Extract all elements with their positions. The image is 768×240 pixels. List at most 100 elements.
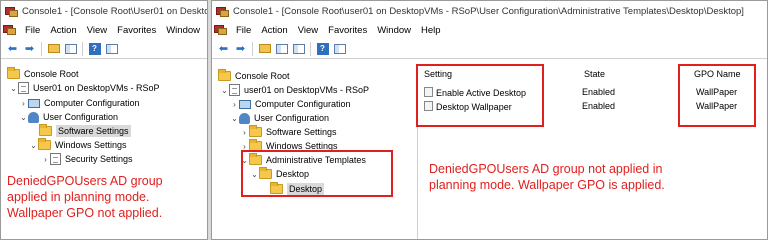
back-arrow-icon[interactable]: ⬅: [216, 41, 231, 56]
tree-item-user-configuration[interactable]: ⌄ User Configuration: [230, 111, 329, 125]
annotation-box-tree: [241, 150, 393, 197]
title-bar: Console1 - [Console Root\user01 on Deskt…: [212, 1, 767, 21]
up-folder-icon[interactable]: [46, 41, 61, 56]
tree-label: user01 on DesktopVMs - RSoP: [244, 85, 370, 95]
tree-item-console-root[interactable]: Console Root: [7, 67, 79, 81]
user-icon: [239, 112, 250, 124]
user-icon: [28, 111, 39, 123]
up-folder-icon[interactable]: [257, 41, 272, 56]
toolbar: ⬅ ➡ ?: [212, 39, 767, 59]
menu-file[interactable]: File: [20, 25, 45, 36]
toolbar-separator: [252, 41, 253, 56]
menu-bar: File Action View Favorites Window: [1, 21, 207, 39]
tree-item-user-rsop[interactable]: ⌄ user01 on DesktopVMs - RSoP: [220, 83, 369, 97]
menu-view[interactable]: View: [82, 25, 112, 36]
folder-icon: [7, 67, 20, 79]
note-line: applied in planning mode.: [7, 190, 150, 204]
toolbar-separator: [41, 41, 42, 56]
tree-item-software-settings[interactable]: › Software Settings: [240, 125, 337, 139]
properties-icon[interactable]: [104, 41, 119, 56]
chevron-right-icon[interactable]: ›: [19, 99, 28, 108]
window-title: Console1 - [Console Root\User01 on Deskt…: [22, 5, 207, 17]
computer-icon: [28, 98, 40, 108]
tree-label: User Configuration: [43, 112, 119, 122]
chevron-down-icon[interactable]: ⌄: [220, 86, 229, 95]
tree-label: Security Settings: [65, 154, 133, 164]
properties-icon[interactable]: [332, 41, 347, 56]
toolbar-separator: [310, 41, 311, 56]
annotation-box-gpo-name: [678, 64, 756, 127]
mmc-app-icon[interactable]: [3, 24, 17, 36]
list-item-state: Enabled: [582, 101, 616, 111]
forward-arrow-icon[interactable]: ➡: [233, 41, 248, 56]
back-arrow-icon[interactable]: ⬅: [5, 41, 20, 56]
menu-favorites[interactable]: Favorites: [112, 25, 161, 36]
title-bar: Console1 - [Console Root\User01 on Deskt…: [1, 1, 207, 21]
chevron-right-icon[interactable]: ›: [41, 155, 50, 164]
chevron-down-icon[interactable]: ⌄: [19, 113, 28, 122]
note-line: DeniedGPOUsers AD group not applied in: [429, 162, 663, 176]
annotation-note-left: DeniedGPOUsers AD group applied in plann…: [7, 173, 163, 221]
toolbar: ⬅ ➡ ?: [1, 39, 207, 59]
folder-icon: [218, 69, 231, 81]
menu-favorites[interactable]: Favorites: [323, 25, 372, 36]
menu-help[interactable]: Help: [416, 25, 446, 36]
menu-view[interactable]: View: [293, 25, 323, 36]
tree-label-selected: Software Settings: [56, 125, 131, 137]
menu-bar: File Action View Favorites Window Help: [212, 21, 767, 39]
column-header-state[interactable]: State: [584, 69, 605, 79]
menu-file[interactable]: File: [231, 25, 256, 36]
folder-icon: [249, 125, 262, 137]
tree-item-user-rsop[interactable]: ⌄ User01 on DesktopVMs - RSoP: [9, 81, 160, 95]
show-hide-tree-icon[interactable]: [63, 41, 78, 56]
note-line: DeniedGPOUsers AD group: [7, 174, 163, 188]
mmc-app-icon: [5, 6, 18, 17]
export-list-icon[interactable]: [291, 41, 306, 56]
chevron-right-icon[interactable]: ›: [240, 128, 249, 137]
tree-item-computer-configuration[interactable]: › Computer Configuration: [230, 97, 351, 111]
tree-label: Software Settings: [266, 127, 337, 137]
tree-item-security-settings[interactable]: › Security Settings: [41, 152, 133, 166]
document-icon: [229, 84, 240, 96]
mmc-app-icon: [216, 6, 229, 17]
menu-action[interactable]: Action: [45, 25, 81, 36]
chevron-down-icon[interactable]: ⌄: [9, 84, 18, 93]
menu-window[interactable]: Window: [161, 25, 205, 36]
computer-icon: [239, 99, 251, 109]
toolbar-separator: [82, 41, 83, 56]
tree-item-user-configuration[interactable]: ⌄ User Configuration: [19, 110, 118, 124]
document-icon: [18, 82, 29, 94]
left-console-window: Console1 - [Console Root\User01 on Deskt…: [0, 0, 208, 240]
mmc-app-icon[interactable]: [214, 24, 228, 36]
note-line: Wallpaper GPO not applied.: [7, 206, 163, 220]
security-icon: [50, 153, 61, 165]
folder-icon: [39, 124, 52, 136]
chevron-right-icon[interactable]: ›: [230, 100, 239, 109]
tree-item-windows-settings[interactable]: ⌄ Windows Settings: [29, 138, 127, 152]
tree-item-console-root[interactable]: Console Root: [218, 69, 290, 83]
tree-label: Computer Configuration: [255, 99, 351, 109]
forward-arrow-icon[interactable]: ➡: [22, 41, 37, 56]
list-item-state: Enabled: [582, 87, 616, 97]
show-hide-tree-icon[interactable]: [274, 41, 289, 56]
help-icon[interactable]: ?: [315, 41, 330, 56]
tree-item-software-settings[interactable]: Software Settings: [39, 124, 131, 138]
help-icon[interactable]: ?: [87, 41, 102, 56]
right-console-window: Console1 - [Console Root\user01 on Deskt…: [211, 0, 768, 240]
tree-label: Windows Settings: [55, 140, 127, 150]
annotation-box-settings: [416, 64, 544, 127]
folder-icon: [38, 138, 51, 150]
note-line: planning mode. Wallpaper GPO is applied.: [429, 178, 665, 192]
annotation-note-right: DeniedGPOUsers AD group not applied in p…: [429, 161, 665, 193]
tree-item-computer-configuration[interactable]: › Computer Configuration: [19, 96, 139, 110]
tree-label: User Configuration: [254, 113, 330, 123]
menu-window[interactable]: Window: [372, 25, 416, 36]
window-title: Console1 - [Console Root\user01 on Deskt…: [233, 5, 744, 17]
menu-action[interactable]: Action: [256, 25, 292, 36]
tree-label: Console Root: [24, 69, 79, 79]
chevron-down-icon[interactable]: ⌄: [29, 141, 38, 150]
chevron-down-icon[interactable]: ⌄: [230, 114, 239, 123]
tree-label: Console Root: [235, 71, 290, 81]
tree-label: User01 on DesktopVMs - RSoP: [33, 83, 160, 93]
